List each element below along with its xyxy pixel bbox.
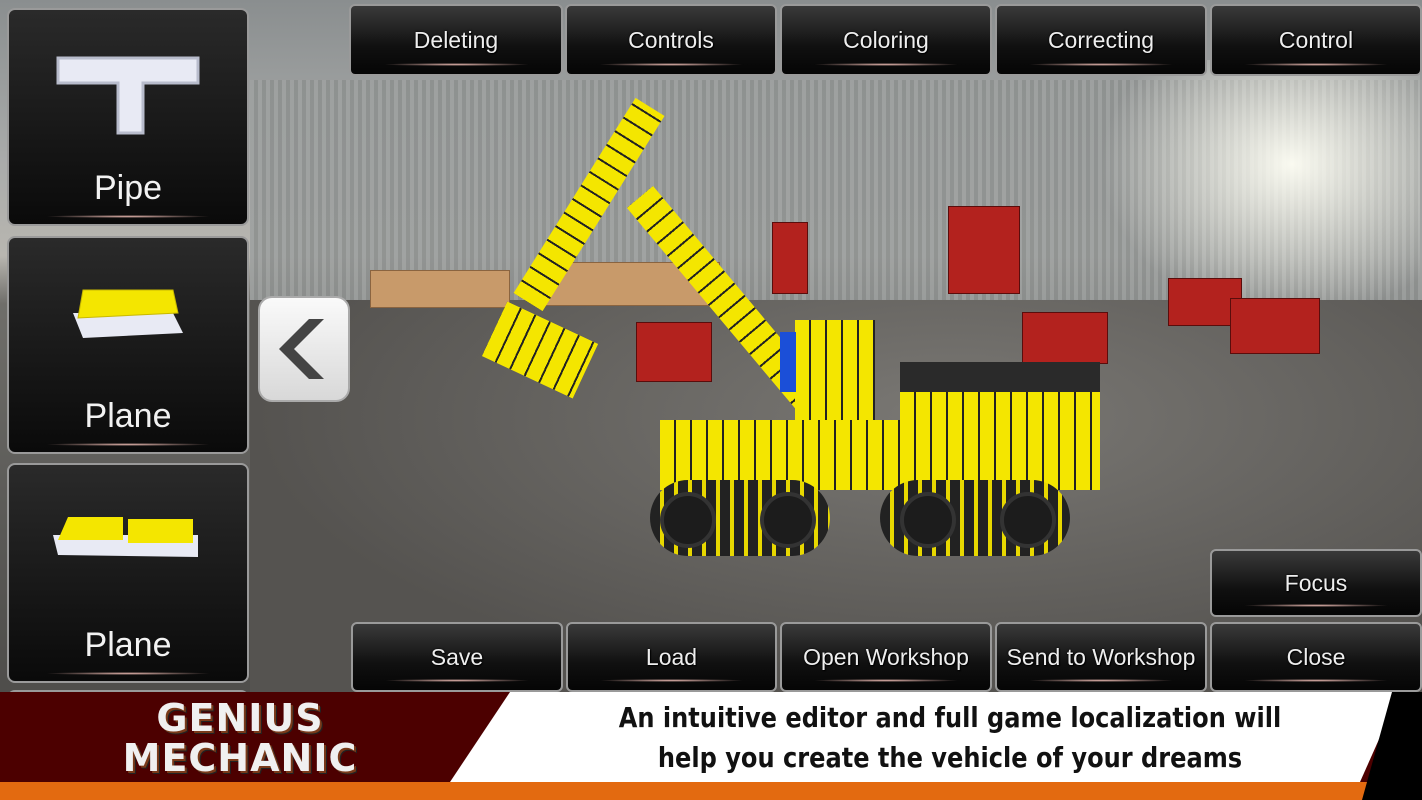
part-label: Plane [84,626,172,664]
part-label: Plane [84,397,172,435]
toolbox [1230,298,1320,354]
tagline-line-1: An intuitive editor and full game locali… [618,701,1282,734]
control-button[interactable]: Control [1210,4,1422,76]
game-logo: GENIUS MECHANIC [122,696,358,780]
double-plane-part-icon [53,517,198,557]
banner-stripe [0,782,1422,800]
tagline-line-2: help you create the vehicle of your drea… [657,741,1243,774]
part-label: Pipe [93,169,163,207]
part-pipe-button[interactable]: Pipe [7,8,249,226]
cardboard-boxes [370,270,510,308]
focus-button[interactable]: Focus [1210,549,1422,617]
toolbox [636,322,712,382]
part-double-plane-button[interactable]: Plane [7,463,249,683]
red-cabinet [772,222,808,294]
correcting-button[interactable]: Correcting [995,4,1207,76]
plane-part-icon [73,289,183,338]
banner-tagline: An intuitive editor and full game locali… [597,698,1302,778]
collapse-panel-button[interactable] [258,296,350,402]
part-plane-button[interactable]: Plane [7,236,249,454]
open-workshop-button[interactable]: Open Workshop [780,622,992,692]
controls-button[interactable]: Controls [565,4,777,76]
coloring-button[interactable]: Coloring [780,4,992,76]
pipe-part-icon [56,56,200,135]
chevron-left-icon [279,319,324,379]
close-button[interactable]: Close [1210,622,1422,692]
send-to-workshop-button[interactable]: Send to Workshop [995,622,1207,692]
toolbox [1022,312,1108,364]
window-light [1100,60,1420,320]
deleting-button[interactable]: Deleting [349,4,563,76]
promo-banner: GENIUS MECHANIC An intuitive editor and … [0,692,1422,800]
save-button[interactable]: Save [351,622,563,692]
load-button[interactable]: Load [566,622,777,692]
red-cabinet [948,206,1020,294]
